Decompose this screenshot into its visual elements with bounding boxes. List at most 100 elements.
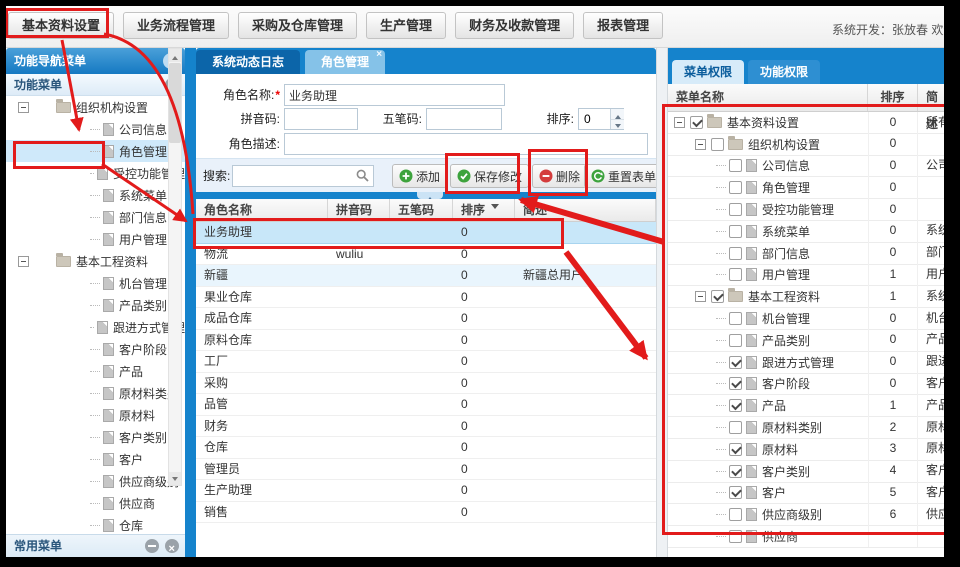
sidebar-tree-item[interactable]: 受控功能管理 <box>6 162 185 184</box>
checkbox[interactable] <box>729 181 742 194</box>
collapse-toggle-icon[interactable] <box>18 256 29 267</box>
role-row[interactable]: 生产助理0 <box>196 480 656 502</box>
checkbox[interactable] <box>711 138 724 151</box>
permission-row[interactable]: 公司信息0公司信 <box>668 156 944 178</box>
sort-input[interactable] <box>579 109 611 129</box>
spinner-down-icon[interactable] <box>611 119 624 129</box>
permission-row[interactable]: 基本资料设置0所有基 <box>668 112 944 134</box>
checkbox[interactable] <box>729 443 742 456</box>
tab-功能权限[interactable]: 功能权限 <box>748 60 820 84</box>
scroll-down-icon[interactable] <box>169 472 181 485</box>
pinyin-input[interactable] <box>284 108 358 130</box>
save-button[interactable]: 保存修改 <box>450 164 529 188</box>
permission-row[interactable]: 角色管理0 <box>668 177 944 199</box>
collapse-toggle-icon[interactable] <box>695 139 706 150</box>
sidebar-tree-item[interactable]: 客户 <box>6 448 185 470</box>
permission-row[interactable]: 部门信息0部门信 <box>668 243 944 265</box>
checkbox[interactable] <box>729 530 742 543</box>
permission-row[interactable]: 原材料类别2原材料 <box>668 417 944 439</box>
role-row[interactable]: 财务0 <box>196 416 656 438</box>
role-row[interactable]: 品管0 <box>196 394 656 416</box>
sidebar-tree-item[interactable]: 部门信息 <box>6 206 185 228</box>
permission-row[interactable]: 产品类别0产品类 <box>668 330 944 352</box>
scroll-up-icon[interactable] <box>169 49 181 62</box>
close-icon[interactable]: × <box>376 50 382 60</box>
column-desc[interactable]: 简述 <box>918 84 944 111</box>
column-header[interactable]: 排序 <box>453 199 515 221</box>
sidebar-tree-item[interactable]: 供应商 <box>6 492 185 514</box>
sidebar-tree-item[interactable]: 角色管理 <box>6 140 185 162</box>
checkbox[interactable] <box>729 334 742 347</box>
sidebar-tree-item[interactable]: 系统菜单 <box>6 184 185 206</box>
top-menu-item-2[interactable]: 业务流程管理 <box>123 12 229 39</box>
wubi-input[interactable] <box>426 108 502 130</box>
checkbox[interactable] <box>729 247 742 260</box>
checkbox[interactable] <box>729 508 742 521</box>
sidebar-tree-item[interactable]: 机台管理 <box>6 272 185 294</box>
sidebar-footer[interactable]: 常用菜单 <box>6 534 185 557</box>
permission-row[interactable]: 用户管理1用户及 <box>668 265 944 287</box>
spinner-up-icon[interactable] <box>611 109 624 119</box>
permission-row[interactable]: 系统菜单0系统菜 <box>668 221 944 243</box>
sidebar-tree-item[interactable]: 原材料 <box>6 404 185 426</box>
column-sort[interactable]: 排序 <box>868 84 918 111</box>
role-row[interactable]: 成品仓库0 <box>196 308 656 330</box>
tab-active[interactable]: 角色管理× <box>305 50 385 74</box>
sidebar-tree-item[interactable]: 产品类别 <box>6 294 185 316</box>
search-icon[interactable] <box>356 169 369 182</box>
role-row[interactable]: 采购0 <box>196 373 656 395</box>
checkbox[interactable] <box>729 159 742 172</box>
sidebar-tree-item[interactable]: 客户类别 <box>6 426 185 448</box>
column-menu-name[interactable]: 菜单名称 <box>668 84 868 111</box>
checkbox[interactable] <box>711 290 724 303</box>
role-row[interactable]: 物流wuliu0 <box>196 244 656 266</box>
sidebar-tree-item[interactable]: 组织机构设置 <box>6 96 185 118</box>
top-menu-item-4[interactable]: 生产管理 <box>366 12 446 39</box>
tab-菜单权限[interactable]: 菜单权限 <box>672 60 744 84</box>
permission-row[interactable]: 基本工程资料1系统用 <box>668 286 944 308</box>
sidebar-tree-item[interactable]: 用户管理 <box>6 228 185 250</box>
sidebar-section-header[interactable]: 功能菜单 <box>6 74 185 96</box>
role-row[interactable]: 仓库0 <box>196 437 656 459</box>
column-header[interactable]: 角色名称 <box>196 199 328 221</box>
search-input[interactable] <box>232 165 374 187</box>
vertical-splitter[interactable] <box>656 48 668 557</box>
delete-button[interactable]: 删除 <box>532 164 587 188</box>
top-menu-item-5[interactable]: 财务及收款管理 <box>455 12 574 39</box>
role-row[interactable]: 果业仓库0 <box>196 287 656 309</box>
role-row[interactable]: 销售0 <box>196 502 656 524</box>
sidebar-tree-item[interactable]: 客户阶段 <box>6 338 185 360</box>
sidebar-tree-item[interactable]: 产品 <box>6 360 185 382</box>
checkbox[interactable] <box>729 377 742 390</box>
tab-inactive[interactable]: 系统动态日志 <box>196 50 300 74</box>
role-row[interactable]: 管理员0 <box>196 459 656 481</box>
permission-row[interactable]: 客户阶段0客户阶 <box>668 374 944 396</box>
role-desc-input[interactable] <box>284 133 648 155</box>
reset-button[interactable]: 重置表单 <box>584 164 656 188</box>
column-header[interactable]: 五笔码 <box>390 199 453 221</box>
sidebar-tree-item[interactable]: 供应商级别 <box>6 470 185 492</box>
sidebar-tree-item[interactable]: 原材料类别 <box>6 382 185 404</box>
add-button[interactable]: 添加 <box>392 164 447 188</box>
tree-scrollbar[interactable] <box>168 48 182 486</box>
role-row[interactable]: 新疆0新疆总用户 <box>196 265 656 287</box>
add-icon[interactable] <box>145 539 159 553</box>
permission-row[interactable]: 客户类别4客户类 <box>668 461 944 483</box>
checkbox[interactable] <box>729 356 742 369</box>
permission-row[interactable]: 供应商 <box>668 526 944 548</box>
sidebar-tree-item[interactable]: 基本工程资料 <box>6 250 185 272</box>
column-header[interactable]: 拼音码 <box>328 199 390 221</box>
checkbox[interactable] <box>729 225 742 238</box>
close-icon[interactable] <box>165 539 179 553</box>
checkbox[interactable] <box>729 203 742 216</box>
permission-row[interactable]: 组织机构设置0 <box>668 134 944 156</box>
sidebar-tree-item[interactable]: 公司信息 <box>6 118 185 140</box>
scrollbar-thumb[interactable] <box>169 63 181 143</box>
role-row[interactable]: 业务助理0 <box>196 222 656 244</box>
role-row[interactable]: 工厂0 <box>196 351 656 373</box>
permission-row[interactable]: 原材料3原材料 <box>668 439 944 461</box>
role-row[interactable]: 原料仓库0 <box>196 330 656 352</box>
collapse-toggle-icon[interactable] <box>674 117 685 128</box>
column-header[interactable]: 简述 <box>515 199 656 221</box>
top-menu-item-6[interactable]: 报表管理 <box>583 12 663 39</box>
